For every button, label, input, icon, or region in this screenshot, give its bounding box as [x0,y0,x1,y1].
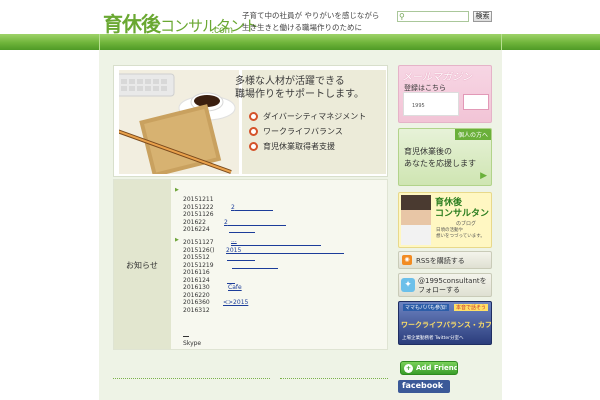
chevron-right-icon: ▶ [480,171,487,181]
circle-bullet-icon [249,127,258,136]
coffee-desk-image [114,70,239,176]
news-item[interactable]: 2016124 [172,277,387,285]
support-banner[interactable]: 個人の方へ 育児休業後の あなたを応援します ▶ [398,128,492,186]
hero-service-item: 育児休業取得者支援 [249,140,366,153]
news-item[interactable]: 20151219 [172,262,387,270]
blog-banner[interactable]: 育休後 コンサルタント のブログ 日頃の活動や 想いをつづっています。 [398,192,492,248]
twitter-label: @1995consultantを フォローする [418,277,487,294]
nav-divider [501,34,502,50]
dotted-divider [280,378,388,379]
arrow-icon: ▶ [175,187,179,193]
news-item[interactable]: 20151222 2 [172,204,387,212]
mail-magazine-banner[interactable]: メールマガジン 登録はこちら 1995 [398,65,492,123]
cafe-badge: 本音で話そう [453,304,488,311]
news-section: お知らせ ▶ 20151211 20151222 2 20151126 20162… [113,179,388,350]
cafe-subtitle: 上場企業勤務者 Twitter分室へ [402,336,464,341]
mail-card: 1995 [403,92,459,116]
news-item[interactable]: 20151127... [172,237,387,247]
search-icon: ⚲ [399,12,405,21]
site-header: 育休後コンサルタント .com 子育て中の社員が やりがいを感じながら 生き生き… [0,0,600,36]
rss-button[interactable]: ◉ RSSを購読する [398,251,492,269]
rss-icon: ◉ [402,255,412,265]
twitter-follow-button[interactable]: ✦ @1995consultantを フォローする [398,273,492,297]
hero-title-line: 多様な人材が活躍できる [235,76,345,87]
blog-description: 日頃の活動や 想いをつづっています。 [436,228,485,239]
plus-icon: + [404,364,413,373]
news-heading: お知らせ [126,261,158,270]
news-item[interactable]: 2015512 [172,254,387,262]
hero-photo [114,70,239,176]
news-link[interactable]: ... [231,237,237,245]
support-text: 育児休業後の あなたを応援します [404,147,476,168]
cafe-title: ワークライフバランス・カフェ [401,321,492,329]
news-item[interactable]: 2016312 [172,307,387,315]
news-group-2: 20151127... 2015126() 2015 2015512 201512… [172,237,387,315]
tagline-line: 生き生きと働ける職場作りのために [242,23,362,32]
hero-banner: 多様な人材が活躍できる 職場作りをサポートします。 ダイバーシティマネジメント … [113,65,388,177]
blog-title: 育休後 コンサルタント [435,198,492,219]
logo-text: 育休後コンサルタント [103,12,259,36]
news-item[interactable]: 2016130 Cafe [172,284,387,292]
news-item[interactable]: 2016224 [172,226,387,234]
facebook-label: facebook [402,381,444,390]
news-item[interactable]: 2016116 [172,269,387,277]
circle-bullet-icon [249,112,258,121]
blog-subtitle: のブログ [456,221,477,227]
circle-bullet-icon [249,142,258,151]
facebook-header[interactable]: facebook [398,380,450,393]
site-tagline: 子育て中の社員が やりがいを感じながら 生き生きと働ける職場作りのために [242,10,379,34]
envelope-icon [463,94,489,110]
news-link[interactable]: Cafe [228,284,242,292]
hero-service-item: ワークライフバランス [249,125,366,138]
cafe-top-text: ママもパパも参加! [403,304,450,311]
news-item[interactable]: 2016220 [172,292,387,300]
search-button[interactable]: 検索 [473,11,492,22]
news-link[interactable]: <>2015 [223,299,248,307]
news-item[interactable]: 20151211 [172,196,387,204]
news-group-1: 20151211 20151222 2 20151126 201622 2 2016… [172,196,387,234]
support-tag: 個人の方へ [454,129,491,140]
twitter-bird-icon: ✦ [401,278,415,292]
link-underline [229,232,255,233]
hero-service-list: ダイバーシティマネジメント ワークライフバランス 育児休業取得者支援 [249,110,366,155]
page: 育休後コンサルタント .com 子育て中の社員が やりがいを感じながら 生き生き… [0,0,600,400]
nav-bar [0,34,600,50]
search-input[interactable] [409,12,467,21]
news-item[interactable]: 2016360 <>2015 [172,299,387,307]
wlb-cafe-banner[interactable]: ママもパパも参加! 本音で話そう ワークライフバランス・カフェ 上場企業勤務者 … [398,301,492,345]
news-item[interactable]: 2015126() 2015 [172,247,387,255]
hero-title: 多様な人材が活躍できる 職場作りをサポートします。 [235,75,364,101]
news-label-panel: お知らせ [114,180,171,349]
add-friends-label: Add Friends [416,364,457,372]
nav-divider [99,34,100,50]
line-add-friends-button[interactable]: + Add Friends [400,361,458,375]
tagline-line: 子育て中の社員が やりがいを感じながら [242,11,380,20]
hero-service-item: ダイバーシティマネジメント [249,110,366,123]
rss-label: RSSを購読する [416,257,465,265]
news-item[interactable]: 201622 2 [172,219,387,227]
news-footer: Skype [183,340,202,347]
consultant-photo [401,195,431,245]
hero-title-line: 職場作りをサポートします。 [235,89,364,100]
search-field[interactable]: ⚲ [397,11,469,22]
site-logo[interactable]: 育休後コンサルタント .com [103,8,259,36]
divider [183,336,189,337]
news-item[interactable]: 20151126 [172,211,387,219]
dotted-divider [113,378,270,379]
mail-magazine-title: メールマガジン [402,72,472,83]
